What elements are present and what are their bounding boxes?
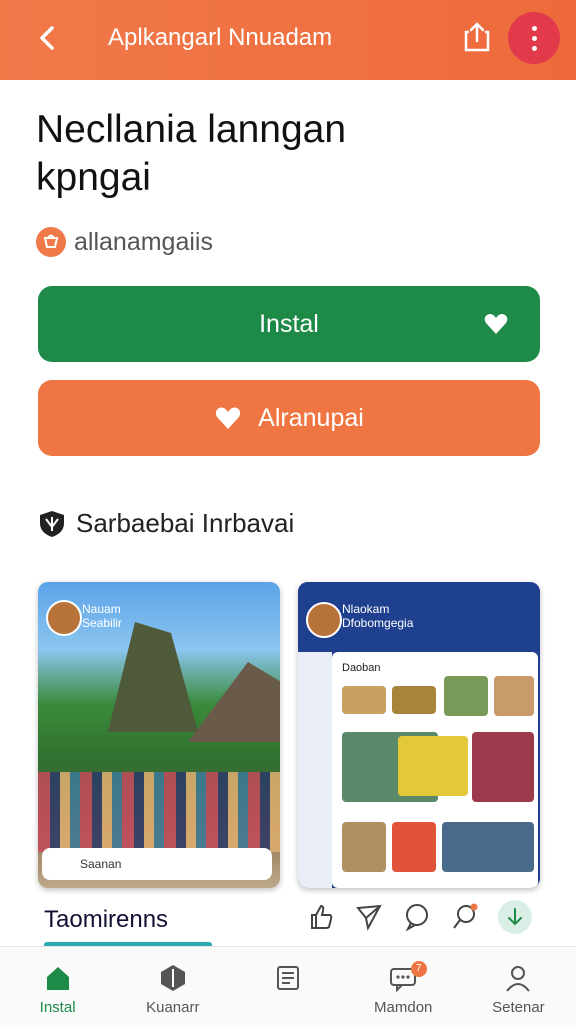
bottom-navigation: Instal Kuanarr 7 Mamdon Setenar [0, 946, 576, 1025]
download-icon[interactable] [498, 900, 532, 934]
screenshot-chip: Daoban [342, 662, 381, 674]
section-header: Sarbaebai Inrbavai [38, 508, 294, 539]
photo-tile [342, 686, 386, 714]
games-icon [158, 963, 188, 993]
photo-tile [392, 686, 436, 714]
notification-badge: 7 [410, 961, 427, 977]
send-icon[interactable] [354, 902, 384, 932]
profile-icon [503, 963, 533, 993]
nav-label: Instal [39, 999, 76, 1016]
screenshot-caption: Nauam Seabilir [82, 602, 122, 630]
crowd-image [38, 772, 280, 852]
nav-item-mamdon[interactable]: 7 Mamdon [346, 947, 461, 1025]
back-arrow-icon[interactable] [28, 18, 68, 58]
install-button[interactable]: Instal [38, 286, 540, 362]
nav-item-setenar[interactable]: Setenar [461, 947, 576, 1025]
app-title-line-2: kpngai [36, 156, 151, 199]
nav-item-kuanarr[interactable]: Kuanarr [115, 947, 230, 1025]
action-icons [306, 900, 550, 934]
screenshot-caption-line-2: Dfobomgegia [342, 616, 414, 630]
screenshot-caption-line-1: Nauam [82, 602, 121, 616]
developer-row[interactable]: allanamgaiis [36, 226, 213, 258]
photo-tile [494, 676, 534, 716]
screenshot-caption-line-2: Seabilir [82, 616, 123, 630]
photo-tile [442, 822, 534, 872]
screenshot-1[interactable]: Nauam Seabilir Saanan [38, 582, 280, 888]
avatar [306, 602, 342, 638]
mountain-shape [108, 622, 198, 732]
nav-label: Kuanarr [146, 999, 200, 1016]
comment-icon[interactable] [402, 902, 432, 932]
nav-label: Setenar [492, 999, 545, 1016]
book-icon [273, 963, 303, 993]
avatar [46, 600, 82, 636]
more-vertical-icon[interactable] [508, 12, 560, 64]
heart-icon [214, 404, 242, 432]
screenshot-search-bar: Saanan [42, 848, 272, 880]
shield-icon [38, 509, 66, 539]
heart-check-icon [482, 310, 510, 338]
store-icon [43, 963, 73, 993]
wishlist-button-label: Alranupai [258, 403, 364, 432]
wishlist-button[interactable]: Alranupai [38, 380, 540, 456]
mountain-shape [188, 662, 280, 742]
section-title: Sarbaebai Inrbavai [76, 508, 295, 538]
screenshot-2[interactable]: Nlaokam Dfobomgegia Daoban [298, 582, 540, 888]
meta-title: Taomirenns [44, 906, 169, 933]
nav-item-books[interactable] [230, 947, 345, 1025]
share-icon[interactable] [460, 20, 494, 54]
meta-row: Taomirenns [44, 900, 544, 948]
photo-tile [472, 732, 534, 802]
screenshot-panel: Daoban [332, 652, 538, 888]
page-title: Aplkangarl Nnuadam [108, 24, 333, 51]
photo-tile [392, 822, 436, 872]
photo-tile [398, 736, 468, 796]
screenshot-sidebar [298, 652, 332, 888]
top-app-bar: Aplkangarl Nnuadam [0, 0, 576, 80]
app-title: Necllania lanngan kpngai [36, 106, 516, 202]
reply-icon[interactable] [450, 902, 480, 932]
developer-logo-icon [36, 227, 66, 257]
screenshot-caption-line-1: Nlaokam [342, 602, 390, 616]
app-title-line-1: Necllania lanngan [36, 108, 347, 151]
screenshot-search-text: Saanan [80, 857, 122, 871]
developer-name[interactable]: allanamgaiis [74, 228, 213, 257]
photo-tile [342, 822, 386, 872]
nav-label: Mamdon [374, 999, 433, 1016]
thumbs-up-icon[interactable] [306, 902, 336, 932]
nav-item-instal[interactable]: Instal [0, 947, 115, 1025]
install-button-label: Instal [259, 309, 319, 338]
photo-tile [444, 676, 488, 716]
screenshot-caption: Nlaokam Dfobomgegia [342, 602, 413, 630]
